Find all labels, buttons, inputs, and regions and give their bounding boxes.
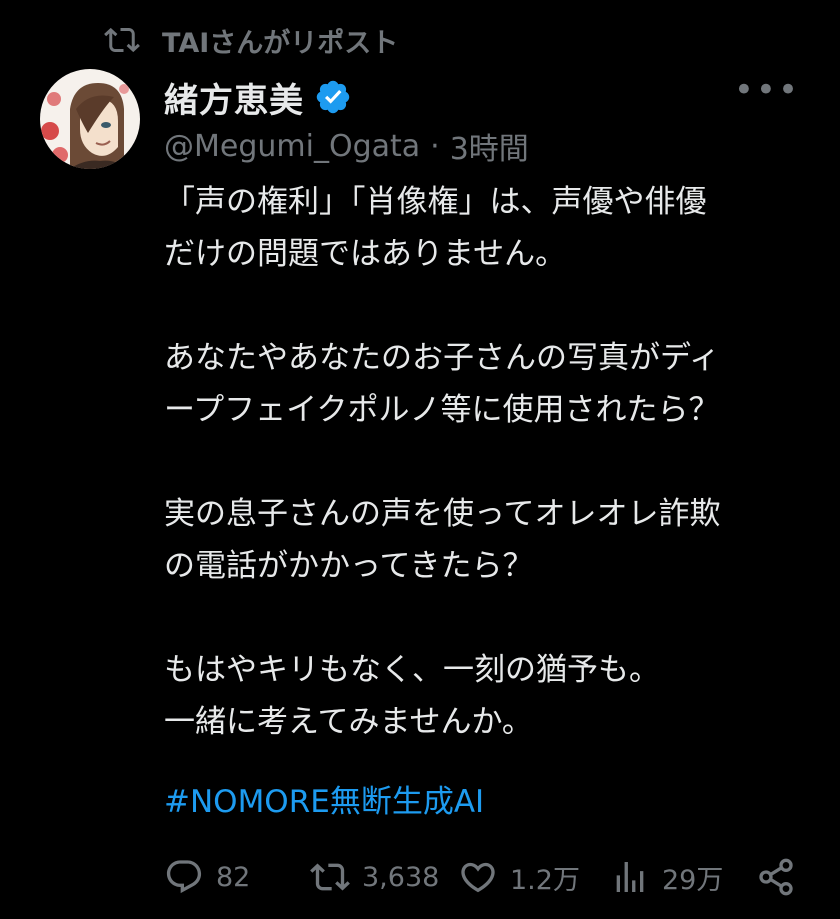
hashtag-link[interactable]: #NOMORE無断生成AI [164,776,484,828]
bar-chart-icon [616,862,644,892]
reply-button[interactable]: 82 [164,852,250,902]
repost-icon [310,863,350,891]
avatar-illustration [40,69,140,169]
repost-button[interactable]: 3,638 [310,852,439,902]
reply-count: 82 [216,861,251,893]
repost-label: TAIさんがリポスト [162,27,399,59]
verified-badge-icon [316,80,350,114]
repost-icon [104,27,140,53]
reply-icon [166,860,202,894]
heart-icon [461,862,495,893]
separator-dot: · [430,128,440,164]
tweet-action-bar: 82 3,638 1.2万 29万 [164,852,804,902]
like-button[interactable]: 1.2万 [458,852,580,902]
repost-context[interactable]: TAIさんがリポスト [104,20,398,60]
views-button[interactable]: 29万 [610,852,723,902]
share-button[interactable] [756,852,808,902]
timestamp[interactable]: 3時間 [450,124,529,168]
display-name[interactable]: 緒方恵美 [164,73,304,122]
tweet-body: 「声の権利」「肖像権」は、声優や俳優 だけの問題ではありません。 あなたやあなた… [164,184,721,740]
like-count: 1.2万 [510,864,580,896]
user-handle[interactable]: @Megumi_Ogata [164,129,420,164]
view-count: 29万 [662,864,724,896]
more-options-button[interactable]: ••• [734,73,800,107]
handle-row: @Megumi_Ogata · 3時間 [164,124,529,168]
share-icon [759,858,793,896]
author-name-row[interactable]: 緒方恵美 [164,72,352,122]
repost-count: 3,638 [362,861,440,893]
avatar[interactable] [40,69,140,169]
